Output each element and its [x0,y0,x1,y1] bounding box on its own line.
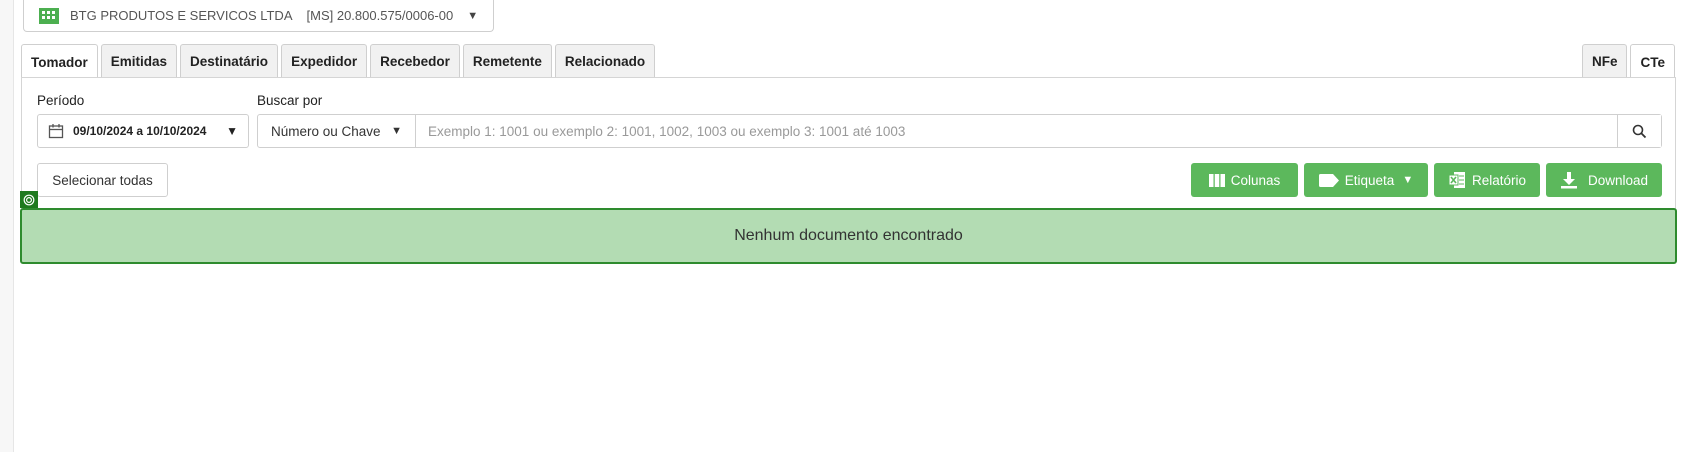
empty-results-message: Nenhum documento encontrado [20,208,1677,264]
tab-recebedor[interactable]: Recebedor [370,44,460,78]
doc-type-tabs: NFe CTe [1579,44,1675,79]
tag-icon [1318,173,1339,187]
report-label: Relatório [1471,172,1527,188]
left-rail [0,0,14,452]
search-type-select[interactable]: Número ou Chave ▼ [258,115,416,147]
company-selector[interactable]: BTG PRODUTOS E SERVICOS LTDA [MS] 20.800… [23,0,494,32]
chevron-down-icon: ▼ [467,9,479,22]
target-icon [20,191,38,208]
caret-down-icon: ▼ [1402,174,1414,186]
building-icon [39,7,59,24]
period-picker[interactable]: 09/10/2024 a 10/10/2024 ▼ [37,114,249,148]
tab-expedidor[interactable]: Expedidor [281,44,368,78]
search-button[interactable] [1617,115,1661,147]
role-tabs: Tomador Emitidas Destinatário Expedidor … [21,44,658,79]
tag-label: Etiqueta [1344,172,1395,188]
tab-emitidas[interactable]: Emitidas [100,44,178,78]
tab-remetente[interactable]: Remetente [462,44,552,78]
excel-icon [1448,172,1465,188]
report-button[interactable]: Relatório [1434,163,1540,197]
periodo-label: Período [37,93,85,108]
label-tag-button[interactable]: Etiqueta ▼ [1304,163,1428,197]
columns-icon [1208,173,1225,187]
download-icon [1560,172,1577,189]
calendar-icon [48,124,64,139]
buscar-label: Buscar por [257,93,323,108]
search-input[interactable] [416,115,1617,147]
period-value: 09/10/2024 a 10/10/2024 [73,124,207,138]
tab-nfe[interactable]: NFe [1581,44,1628,78]
caret-down-icon: ▼ [226,124,238,138]
tab-destinatario[interactable]: Destinatário [180,44,279,78]
tab-relacionado[interactable]: Relacionado [554,44,656,78]
search-icon [1632,124,1647,138]
tab-tomador[interactable]: Tomador [21,44,98,79]
search-type-value: Número ou Chave [271,123,381,139]
download-button[interactable]: Download [1546,163,1662,197]
search-group: Número ou Chave ▼ [257,114,1662,148]
download-label: Download [1587,172,1649,188]
columns-label: Colunas [1230,172,1281,188]
company-cnpj: [MS] 20.800.575/0006-00 [306,8,454,23]
select-all-button[interactable]: Selecionar todas [37,163,168,197]
tab-cte[interactable]: CTe [1630,44,1675,79]
company-name: BTG PRODUTOS E SERVICOS LTDA [70,8,293,23]
chevron-down-icon: ▼ [391,125,402,137]
columns-button[interactable]: Colunas [1191,163,1298,197]
